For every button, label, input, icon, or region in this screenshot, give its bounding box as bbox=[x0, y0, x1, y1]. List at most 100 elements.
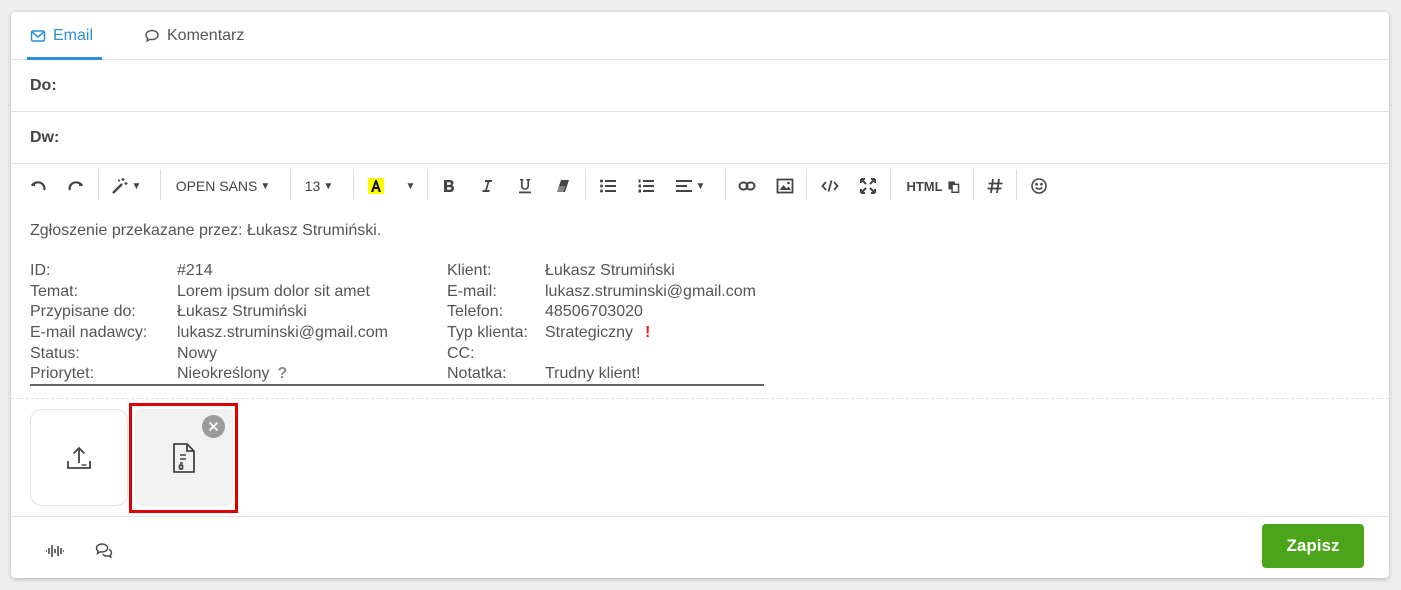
text-highlight-icon bbox=[368, 178, 384, 194]
info-value: Trudny klient! bbox=[545, 365, 641, 383]
link-icon bbox=[738, 181, 756, 191]
editor-toolbar: ▼ OPEN SANS ▼ 13 ▼ ▼ ▼ HTML bbox=[11, 164, 1389, 208]
envelope-icon bbox=[30, 30, 46, 42]
toolbar-separator bbox=[725, 170, 726, 200]
italic-button[interactable] bbox=[477, 174, 497, 198]
info-value-cell: Nieokreślony? bbox=[177, 364, 447, 385]
upload-attachment-button[interactable] bbox=[30, 409, 128, 506]
info-value: lukasz.struminski@gmail.com bbox=[177, 324, 388, 342]
toolbar-separator bbox=[98, 170, 99, 200]
tab-komentarz-label: Komentarz bbox=[167, 27, 245, 44]
expand-icon bbox=[860, 178, 876, 194]
italic-icon bbox=[482, 180, 492, 192]
bold-icon bbox=[444, 180, 454, 192]
eraser-icon bbox=[557, 180, 569, 192]
underline-button[interactable] bbox=[515, 174, 535, 198]
chevron-down-icon: ▼ bbox=[695, 180, 706, 192]
toolbar-separator bbox=[806, 170, 807, 200]
clear-format-button[interactable] bbox=[553, 174, 573, 198]
html-paste-button[interactable]: HTML bbox=[904, 174, 962, 198]
ticket-info-table: ID: #214 Klient: Łukasz Strumiński Temat… bbox=[30, 261, 764, 387]
editor-content[interactable]: Zgłoszenie przekazane przez: Łukasz Stru… bbox=[30, 222, 764, 387]
upload-icon bbox=[67, 446, 91, 469]
chevron-down-icon: ▼ bbox=[405, 180, 416, 192]
chevron-down-icon: ▼ bbox=[260, 180, 271, 192]
waveform-icon bbox=[46, 545, 64, 557]
remove-attachment-button[interactable] bbox=[202, 415, 225, 438]
text-color-button[interactable] bbox=[366, 174, 386, 198]
tab-bar: Email Komentarz bbox=[11, 12, 1389, 60]
image-icon bbox=[776, 178, 794, 194]
forward-intro: Zgłoszenie przekazane przez: Łukasz Stru… bbox=[30, 222, 382, 239]
emoji-button[interactable] bbox=[1029, 174, 1049, 198]
insert-link-button[interactable] bbox=[737, 174, 757, 198]
font-size-dropdown[interactable]: 13 ▼ bbox=[303, 174, 335, 198]
toolbar-separator bbox=[973, 170, 974, 200]
attachments-divider bbox=[11, 398, 1389, 399]
info-key: CC: bbox=[447, 344, 475, 362]
info-key: Notatka: bbox=[447, 365, 507, 383]
info-key: Priorytet: bbox=[30, 365, 95, 383]
table-row: Temat: Lorem ipsum dolor sit amet E-mail… bbox=[30, 282, 764, 303]
table-row: ID: #214 Klient: Łukasz Strumiński bbox=[30, 261, 764, 282]
font-family-dropdown[interactable]: OPEN SANS ▼ bbox=[175, 174, 271, 198]
email-composer: Email Komentarz Do: Dw: ▼ OPEN SANS ▼ 13… bbox=[11, 12, 1389, 578]
info-value: Nowy bbox=[177, 344, 218, 362]
toolbar-separator bbox=[427, 170, 428, 200]
conversation-button[interactable] bbox=[93, 539, 115, 563]
table-row: E-mail nadawcy: lukasz.struminski@gmail.… bbox=[30, 323, 764, 344]
info-value: Łukasz Strumiński bbox=[177, 303, 307, 321]
align-left-icon bbox=[675, 180, 692, 192]
undo-button[interactable] bbox=[26, 174, 50, 198]
font-family-value: OPEN SANS bbox=[175, 178, 258, 194]
cc-input[interactable] bbox=[70, 112, 1389, 163]
insert-image-button[interactable] bbox=[775, 174, 795, 198]
toolbar-separator bbox=[353, 170, 354, 200]
bullet-list-icon bbox=[600, 179, 616, 193]
cc-row: Dw: bbox=[11, 112, 1389, 164]
tab-email[interactable]: Email bbox=[26, 12, 103, 60]
chevron-down-icon: ▼ bbox=[131, 180, 142, 192]
fullscreen-button[interactable] bbox=[858, 174, 878, 198]
font-size-value: 13 bbox=[304, 178, 321, 194]
close-icon bbox=[208, 421, 219, 432]
hashtag-icon bbox=[987, 178, 1003, 194]
to-input[interactable] bbox=[70, 60, 1389, 111]
save-button[interactable]: Zapisz bbox=[1262, 524, 1364, 568]
question-mark-icon: ? bbox=[277, 365, 288, 383]
undo-icon bbox=[31, 181, 46, 191]
chat-bubbles-icon bbox=[95, 543, 113, 559]
html-label: HTML bbox=[906, 178, 943, 194]
hashtag-button[interactable] bbox=[985, 174, 1005, 198]
code-icon bbox=[821, 180, 839, 192]
table-row: Status: Nowy CC: bbox=[30, 344, 764, 365]
cc-label: Dw: bbox=[30, 128, 60, 146]
bullet-list-button[interactable] bbox=[598, 174, 618, 198]
toolbar-separator bbox=[160, 170, 161, 200]
table-row: Przypisane do: Łukasz Strumiński Telefon… bbox=[30, 302, 764, 323]
code-view-button[interactable] bbox=[818, 174, 842, 198]
info-value: lukasz.struminski@gmail.com bbox=[545, 282, 756, 300]
info-key: Przypisane do: bbox=[30, 303, 136, 321]
bold-button[interactable] bbox=[439, 174, 459, 198]
numbered-list-button[interactable] bbox=[636, 174, 656, 198]
redo-button[interactable] bbox=[64, 174, 88, 198]
info-value: #214 bbox=[177, 262, 213, 279]
info-key: E-mail nadawcy: bbox=[30, 324, 148, 342]
info-key: Klient: bbox=[447, 262, 492, 279]
composer-footer bbox=[11, 516, 1389, 578]
tab-komentarz[interactable]: Komentarz bbox=[144, 12, 244, 60]
text-color-dropdown[interactable]: ▼ bbox=[401, 174, 417, 198]
info-value: Lorem ipsum dolor sit amet bbox=[177, 282, 370, 300]
audio-button[interactable] bbox=[44, 539, 66, 563]
chevron-down-icon: ▼ bbox=[323, 180, 334, 192]
magic-style-button[interactable]: ▼ bbox=[109, 174, 143, 198]
info-value: Nieokreślony bbox=[177, 365, 270, 383]
table-row: Priorytet: Nieokreślony? Notatka: Trudny… bbox=[30, 364, 764, 385]
align-dropdown[interactable]: ▼ bbox=[674, 174, 706, 198]
info-key: Typ klienta: bbox=[447, 324, 528, 342]
underline-icon bbox=[519, 179, 531, 194]
numbered-list-icon bbox=[638, 179, 654, 193]
info-key: ID: bbox=[30, 262, 51, 279]
toolbar-separator bbox=[290, 170, 291, 200]
